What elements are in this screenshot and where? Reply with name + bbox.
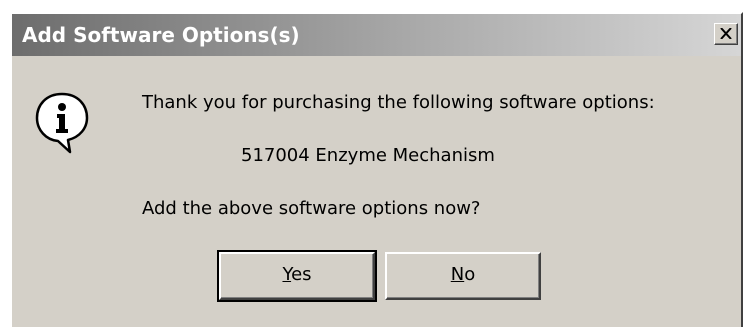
yes-mnemonic: Y — [282, 264, 292, 285]
purchase-message: Thank you for purchasing the following s… — [142, 92, 655, 113]
yes-button[interactable]: Yes — [217, 250, 377, 302]
information-icon — [35, 92, 89, 154]
close-icon — [720, 28, 732, 39]
yes-label-rest: es — [291, 264, 312, 285]
no-label-rest: o — [464, 264, 476, 285]
confirmation-question: Add the above software options now? — [142, 198, 481, 219]
add-software-options-dialog: Add Software Options(s) Thank you for pu… — [10, 12, 743, 327]
dialog-title: Add Software Options(s) — [22, 23, 300, 47]
software-option-item: 517004 Enzyme Mechanism — [241, 145, 495, 166]
no-button[interactable]: No — [385, 252, 541, 300]
close-button[interactable] — [714, 23, 738, 45]
yes-button-label: Yes — [282, 264, 311, 285]
title-bar[interactable]: Add Software Options(s) — [12, 14, 741, 56]
no-button-label: No — [451, 264, 475, 285]
no-mnemonic: N — [450, 264, 465, 285]
